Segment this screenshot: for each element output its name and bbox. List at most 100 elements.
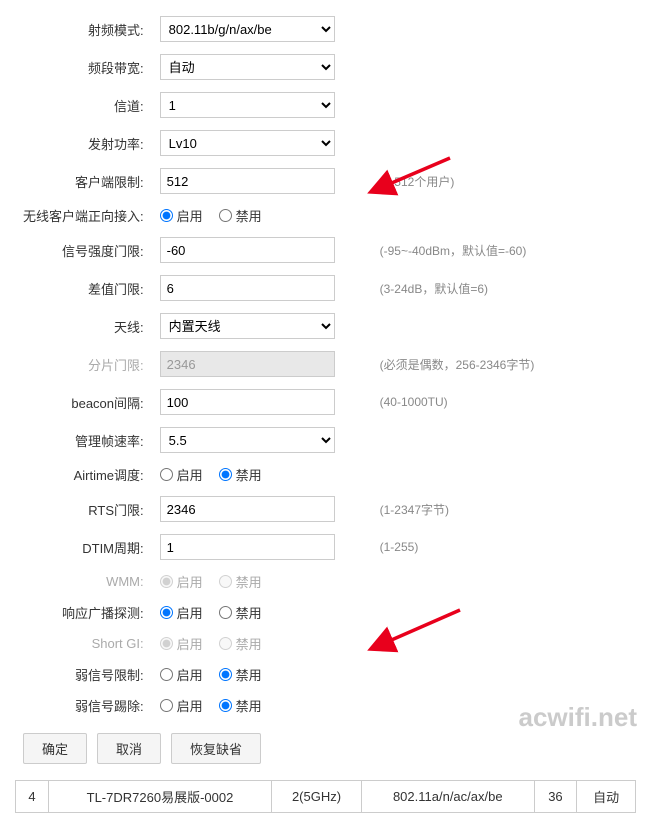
label-fragment: 分片门限:	[15, 345, 152, 383]
radio-enable-multicast-enhance[interactable]: 启用	[160, 603, 203, 622]
radio-disable-label-wmm: 禁用	[236, 572, 262, 591]
radio-enable-label-wmm: 启用	[177, 572, 203, 591]
select-bandwidth[interactable]: 自动	[160, 54, 335, 80]
confirm-button[interactable]: 确定	[23, 733, 87, 764]
label-weak-signal-kick: 弱信号踢除:	[15, 690, 152, 721]
radio-input-enable-weak-signal-kick[interactable]	[160, 699, 173, 712]
radio-disable-weak-signal-limit[interactable]: 禁用	[219, 665, 262, 684]
radio-input-disable-weak-signal-limit[interactable]	[219, 668, 232, 681]
radio-enable-label-short-gi: 启用	[177, 634, 203, 653]
form-row-multicast-enhance: 响应广播探测: 启用禁用	[15, 597, 636, 628]
cancel-button[interactable]: 取消	[97, 733, 161, 764]
radio-disable-multicast-enhance[interactable]: 禁用	[219, 603, 262, 622]
radio-disable-label-weak-signal-kick: 禁用	[236, 696, 262, 715]
radio-input-disable-wmm	[219, 575, 232, 588]
hint-tx-power	[372, 124, 636, 162]
label-rts: RTS门限:	[15, 490, 152, 528]
select-antenna[interactable]: 内置天线	[160, 313, 335, 339]
hint-short-gi	[372, 628, 636, 659]
radio-input-disable-direct-access[interactable]	[219, 209, 232, 222]
hint-fragment: (必须是偶数，256-2346字节)	[372, 345, 636, 383]
value-signal-threshold	[152, 231, 372, 269]
radio-enable-wmm: 启用	[160, 572, 203, 591]
form-row-rts: RTS门限:(1-2347字节)	[15, 490, 636, 528]
value-dtim	[152, 528, 372, 566]
form-row-signal-threshold: 信号强度门限: (-95~-40dBm，默认值=-60)	[15, 231, 636, 269]
value-wmm: 启用 禁用	[152, 566, 372, 597]
hint-beacon-interval: (40-1000TU)	[372, 383, 636, 421]
radio-input-disable-weak-signal-kick[interactable]	[219, 699, 232, 712]
label-short-gi: Short GI:	[15, 628, 152, 659]
footer-cell-1: TL-7DR7260易展版-0002	[49, 781, 272, 813]
value-beacon-interval	[152, 383, 372, 421]
form-row-channel: 信道:1	[15, 86, 636, 124]
radio-disable-direct-access[interactable]: 禁用	[219, 206, 262, 225]
value-rts	[152, 490, 372, 528]
radio-disable-weak-signal-kick[interactable]: 禁用	[219, 696, 262, 715]
label-beacon-interval: beacon间隔:	[15, 383, 152, 421]
hint-airtime	[372, 459, 636, 490]
label-wmm: WMM:	[15, 566, 152, 597]
value-airtime: 启用 禁用	[152, 459, 372, 490]
radio-input-enable-airtime[interactable]	[160, 468, 173, 481]
value-antenna: 内置天线	[152, 307, 372, 345]
form-row-tx-power: 发射功率:Lv10	[15, 124, 636, 162]
input-signal-threshold[interactable]	[160, 237, 335, 263]
radio-disable-wmm: 禁用	[219, 572, 262, 591]
radio-enable-direct-access[interactable]: 启用	[160, 206, 203, 225]
label-signal-threshold: 信号强度门限:	[15, 231, 152, 269]
radio-enable-weak-signal-limit[interactable]: 启用	[160, 665, 203, 684]
radio-enable-label-airtime: 启用	[177, 465, 203, 484]
input-dtim[interactable]	[160, 534, 335, 560]
radio-input-enable-weak-signal-limit[interactable]	[160, 668, 173, 681]
radio-disable-airtime[interactable]: 禁用	[219, 465, 262, 484]
radio-enable-label-weak-signal-limit: 启用	[177, 665, 203, 684]
hint-signal-threshold: (-95~-40dBm，默认值=-60)	[372, 231, 636, 269]
input-client-limit[interactable]	[160, 168, 335, 194]
radio-disable-label-airtime: 禁用	[236, 465, 262, 484]
footer-row: 4TL-7DR7260易展版-00022(5GHz)802.11a/n/ac/a…	[16, 781, 636, 813]
radio-enable-weak-signal-kick[interactable]: 启用	[160, 696, 203, 715]
value-weak-signal-kick: 启用 禁用	[152, 690, 372, 721]
label-diff-threshold: 差值门限:	[15, 269, 152, 307]
restore-button[interactable]: 恢复缺省	[171, 733, 261, 764]
value-diff-threshold	[152, 269, 372, 307]
settings-form: 射频模式:802.11b/g/n/ax/be频段带宽:自动信道:1发射功率:Lv…	[15, 10, 636, 721]
input-rts[interactable]	[160, 496, 335, 522]
hint-diff-threshold: (3-24dB，默认值=6)	[372, 269, 636, 307]
form-row-dtim: DTIM周期:(1-255)	[15, 528, 636, 566]
form-row-weak-signal-kick: 弱信号踢除: 启用 禁用	[15, 690, 636, 721]
select-tx-power[interactable]: Lv10	[160, 130, 335, 156]
radio-enable-airtime[interactable]: 启用	[160, 465, 203, 484]
input-beacon-interval[interactable]	[160, 389, 335, 415]
label-mgmt-rate: 管理帧速率:	[15, 421, 152, 459]
select-mgmt-rate[interactable]: 5.5	[160, 427, 335, 453]
label-client-limit: 客户端限制:	[15, 162, 152, 200]
radio-enable-label-multicast-enhance: 启用	[177, 603, 203, 622]
label-multicast-enhance: 响应广播探测:	[15, 597, 152, 628]
radio-enable-label-direct-access: 启用	[177, 206, 203, 225]
label-bandwidth: 频段带宽:	[15, 48, 152, 86]
value-channel: 1	[152, 86, 372, 124]
input-diff-threshold[interactable]	[160, 275, 335, 301]
value-fragment	[152, 345, 372, 383]
form-row-fragment: 分片门限: (必须是偶数，256-2346字节)	[15, 345, 636, 383]
form-row-mgmt-rate: 管理帧速率: 5.5	[15, 421, 636, 459]
select-radio-mode[interactable]: 802.11b/g/n/ax/be	[160, 16, 335, 42]
form-row-antenna: 天线: 内置天线	[15, 307, 636, 345]
form-row-wmm: WMM: 启用 禁用	[15, 566, 636, 597]
value-mgmt-rate: 5.5	[152, 421, 372, 459]
radio-input-enable-direct-access[interactable]	[160, 209, 173, 222]
hint-bandwidth	[372, 48, 636, 86]
form-row-bandwidth: 频段带宽: 自动	[15, 48, 636, 86]
select-channel[interactable]: 1	[160, 92, 335, 118]
radio-disable-short-gi: 禁用	[219, 634, 262, 653]
radio-input-enable-multicast-enhance[interactable]	[160, 606, 173, 619]
value-bandwidth: 自动	[152, 48, 372, 86]
radio-input-disable-multicast-enhance[interactable]	[219, 606, 232, 619]
radio-input-disable-airtime[interactable]	[219, 468, 232, 481]
form-row-short-gi: Short GI: 启用禁用	[15, 628, 636, 659]
label-antenna: 天线:	[15, 307, 152, 345]
form-row-weak-signal-limit: 弱信号限制:启用禁用	[15, 659, 636, 690]
radio-input-enable-short-gi	[160, 637, 173, 650]
